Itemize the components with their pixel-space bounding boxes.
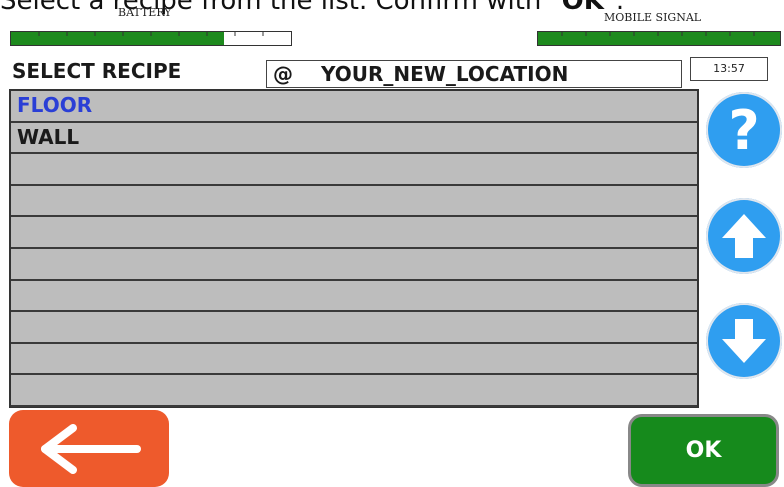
help-button[interactable]: ? — [706, 92, 782, 168]
back-button[interactable] — [9, 410, 169, 487]
recipe-row[interactable] — [11, 312, 697, 344]
recipe-list: FLOOR WALL — [9, 89, 699, 408]
ok-button[interactable]: OK — [628, 414, 779, 487]
recipe-row[interactable] — [11, 154, 697, 186]
recipe-row[interactable]: WALL — [11, 123, 697, 155]
recipe-row[interactable] — [11, 375, 697, 407]
ok-label: OK — [685, 438, 722, 463]
arrow-left-icon — [41, 423, 141, 474]
recipe-row[interactable] — [11, 217, 697, 249]
scroll-up-button[interactable] — [706, 198, 782, 274]
recipe-row[interactable]: FLOOR — [11, 91, 697, 123]
battery-ticks — [38, 32, 264, 36]
signal-gauge — [537, 31, 781, 46]
recipe-row[interactable] — [11, 281, 697, 313]
battery-gauge — [10, 31, 292, 46]
signal-ticks — [561, 32, 755, 36]
recipe-row[interactable] — [11, 186, 697, 218]
location-field[interactable]: @ YOUR_NEW_LOCATION — [266, 60, 682, 88]
battery-label: BATTERY — [118, 6, 172, 19]
location-value: YOUR_NEW_LOCATION — [321, 62, 569, 86]
instruction-emphasis: OK — [561, 0, 604, 16]
clock: 13:57 — [690, 57, 768, 81]
recipe-row[interactable] — [11, 249, 697, 281]
arrow-up-icon — [722, 214, 766, 258]
signal-label: MOBILE SIGNAL — [604, 11, 702, 24]
scroll-down-button[interactable] — [706, 303, 782, 379]
question-icon: ? — [728, 98, 760, 162]
instruction-prefix: Select a recipe from the list. Confirm w… — [0, 0, 562, 16]
location-prefix: @ — [273, 62, 293, 86]
page-title: SELECT RECIPE — [12, 59, 182, 83]
recipe-row[interactable] — [11, 344, 697, 376]
arrow-down-icon — [722, 319, 766, 363]
